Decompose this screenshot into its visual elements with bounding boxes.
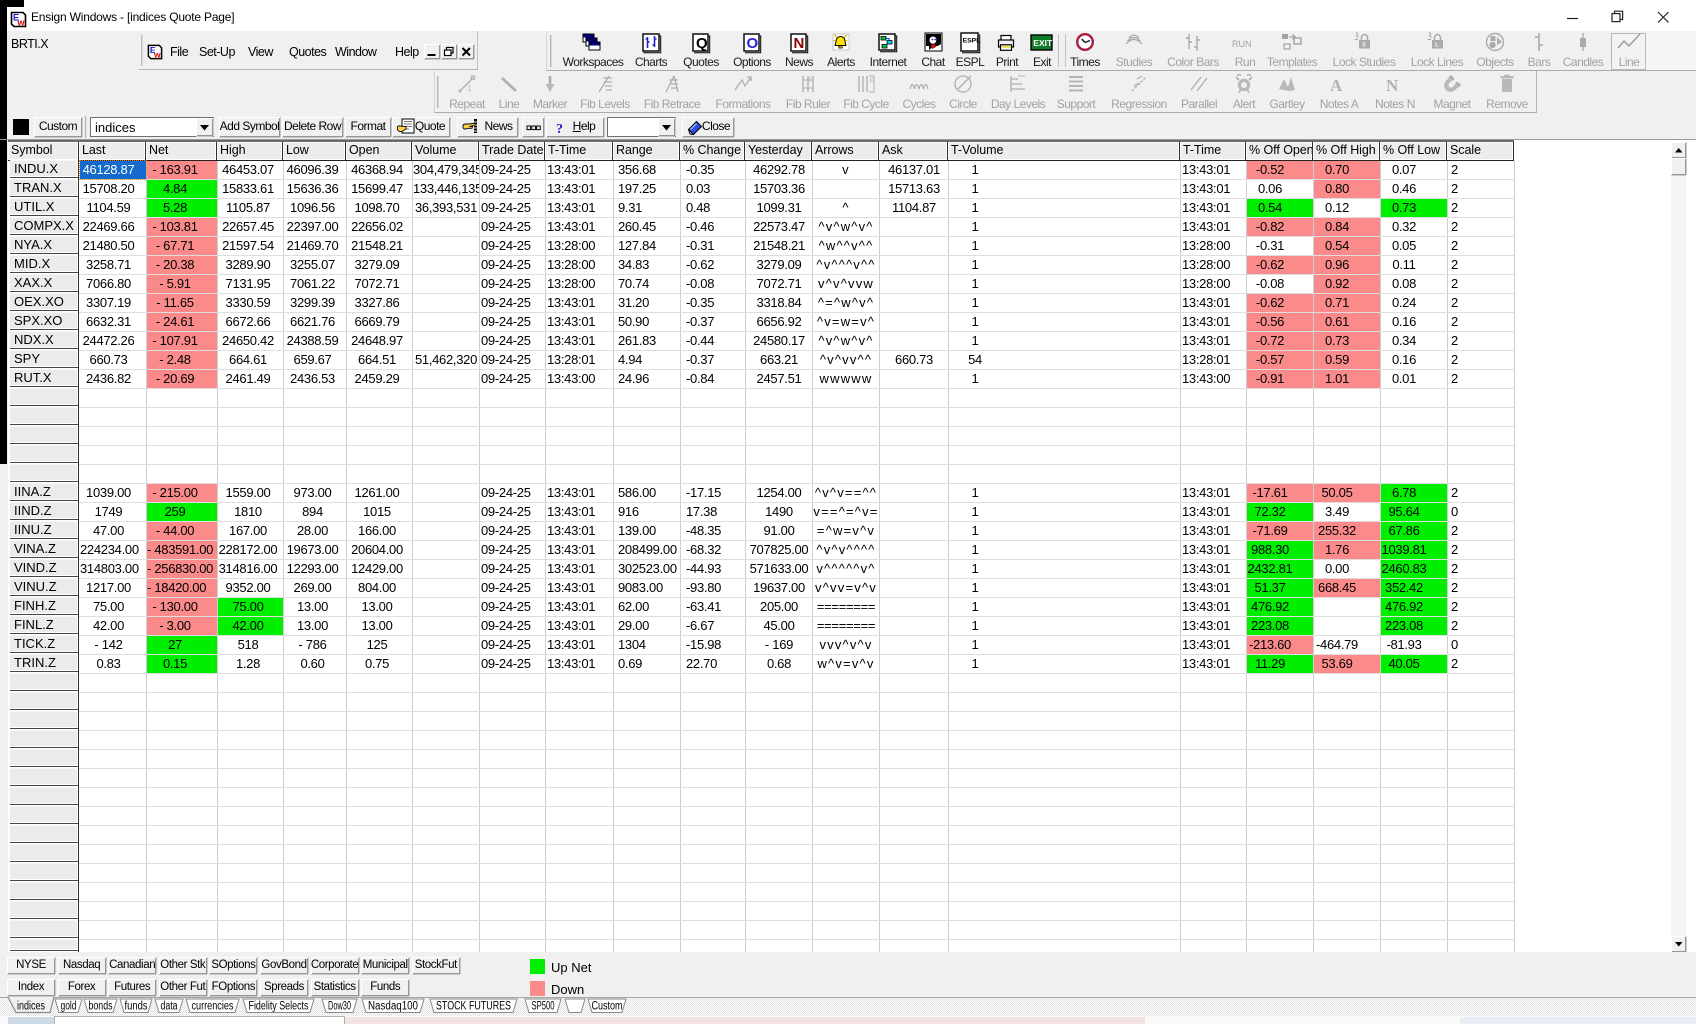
svg-text:SP500: SP500 [532,1001,555,1013]
svg-text:Fidelity Selects: Fidelity Selects [249,1001,309,1013]
svg-text:funds: funds [125,1001,148,1013]
svg-text:currencies: currencies [192,1001,234,1013]
svg-text:gold: gold [61,1001,77,1013]
svg-text:STOCK FUTURES: STOCK FUTURES [436,1001,511,1013]
svg-text:Nasdaq100: Nasdaq100 [368,1001,418,1013]
svg-text:data: data [161,1001,178,1013]
svg-text:indices: indices [17,1001,45,1013]
svg-text:bonds: bonds [89,1001,113,1013]
svg-text:?: ? [556,122,563,137]
svg-text:Custom: Custom [592,1001,623,1013]
svg-text:Dow30: Dow30 [328,1001,351,1013]
